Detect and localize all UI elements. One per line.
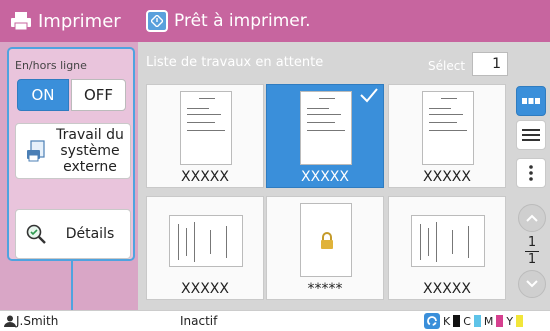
- job-name: XXXXX: [181, 281, 229, 297]
- external-job-icon: [22, 139, 50, 163]
- ink-k-bar: [453, 315, 461, 327]
- ink-k-label: K: [443, 314, 451, 328]
- more-vertical-icon: [529, 165, 533, 181]
- chevron-up-icon: [526, 214, 538, 222]
- job-name: XXXXX: [423, 281, 471, 297]
- job-thumbnail-landscape: [169, 215, 243, 267]
- list-view-button[interactable]: [516, 120, 546, 150]
- online-off-button[interactable]: OFF: [71, 79, 126, 111]
- ink-m-label: M: [483, 314, 494, 328]
- main-area: Prêt à imprimer. Liste de travaux en att…: [138, 0, 550, 310]
- job-card-4[interactable]: XXXXX: [146, 196, 264, 300]
- scroll-down-button[interactable]: [518, 270, 546, 298]
- job-thumbnail-landscape: [411, 215, 485, 267]
- job-thumbnail: [422, 91, 474, 165]
- ink-c-label: C: [463, 314, 471, 328]
- status-footer: J.Smith Inactif K C M Y: [0, 310, 550, 331]
- user-info[interactable]: J.Smith: [4, 314, 58, 328]
- left-panel: Imprimer En/hors ligne ON OFF Travail du…: [0, 0, 138, 311]
- job-card-5[interactable]: *****: [266, 196, 384, 300]
- lock-icon: [321, 232, 333, 249]
- app-title: Imprimer: [38, 10, 121, 32]
- status-header: Prêt à imprimer.: [138, 0, 550, 42]
- printer-icon: [11, 12, 31, 31]
- page-indicator: 1 1: [518, 236, 546, 267]
- ink-c-bar: [473, 315, 481, 327]
- ink-y-label: Y: [506, 314, 514, 328]
- job-name: XXXXX: [301, 169, 349, 185]
- select-count: 1: [472, 52, 508, 76]
- external-system-job-button[interactable]: Travail du système externe: [15, 123, 131, 179]
- scroll-up-button[interactable]: [518, 204, 546, 232]
- job-thumbnail: [300, 91, 352, 165]
- ink-y-bar: [516, 315, 524, 327]
- ink-m-bar: [496, 315, 504, 327]
- job-thumbnail: [300, 203, 352, 277]
- select-label: Sélect: [428, 59, 466, 73]
- job-thumbnail: [180, 91, 232, 165]
- job-card-6[interactable]: XXXXX: [388, 196, 506, 300]
- magnifier-icon: [22, 223, 50, 245]
- job-card-3[interactable]: XXXXX: [388, 84, 506, 188]
- checkmark-icon: [360, 88, 378, 103]
- user-name: J.Smith: [16, 314, 59, 328]
- page-total: 1: [527, 252, 537, 267]
- details-button[interactable]: Détails: [15, 209, 131, 259]
- callout-marker: [71, 261, 73, 311]
- job-card-1[interactable]: XXXXX: [146, 84, 264, 188]
- thumbnail-view-button[interactable]: [516, 86, 546, 116]
- job-card-2[interactable]: XXXXX: [266, 84, 384, 188]
- job-name: XXXXX: [181, 169, 229, 185]
- printer-state: Inactif: [180, 314, 218, 328]
- job-name: *****: [307, 281, 343, 297]
- grid-view-icon: [522, 98, 540, 104]
- left-controls-group: En/hors ligne ON OFF Travail du système …: [7, 47, 135, 261]
- online-offline-label: En/hors ligne: [15, 59, 87, 72]
- status-info-icon[interactable]: [146, 10, 168, 32]
- network-icon: [424, 313, 440, 329]
- user-icon: [4, 315, 16, 327]
- job-name: XXXXX: [423, 169, 471, 185]
- online-on-button[interactable]: ON: [17, 79, 69, 111]
- chevron-down-icon: [526, 280, 538, 288]
- page-current: 1: [527, 235, 537, 250]
- more-options-button[interactable]: [516, 158, 546, 188]
- job-list-title: Liste de travaux en attente: [146, 55, 324, 70]
- external-job-label: Travail du système externe: [56, 127, 124, 175]
- app-title-bar: Imprimer: [0, 0, 138, 42]
- status-text: Prêt à imprimer.: [174, 11, 311, 31]
- list-view-icon: [522, 129, 540, 141]
- ink-levels: K C M Y: [424, 313, 524, 329]
- details-label: Détails: [65, 226, 115, 242]
